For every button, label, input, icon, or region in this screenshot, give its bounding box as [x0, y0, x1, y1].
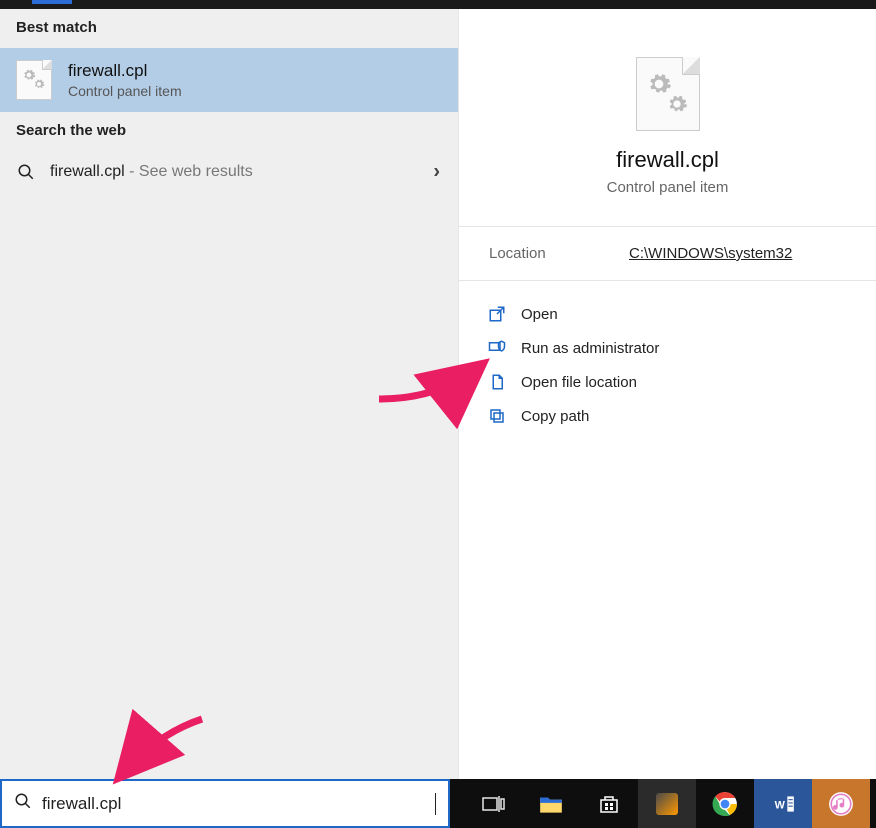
details-subtitle: Control panel item [459, 179, 876, 196]
search-icon [16, 163, 36, 181]
action-label: Open [521, 306, 558, 323]
location-row[interactable]: Location C:\WINDOWS\system32 [459, 227, 876, 281]
file-explorer-button[interactable] [522, 779, 580, 828]
web-result-text: firewall.cpl - See web results [50, 163, 253, 181]
action-label: Run as administrator [521, 340, 659, 357]
web-query: firewall.cpl [50, 163, 125, 180]
chevron-right-icon: › [433, 161, 440, 184]
word-button[interactable]: W [754, 779, 812, 828]
best-match-result[interactable]: firewall.cpl Control panel item [0, 48, 458, 112]
cpl-file-icon [16, 60, 52, 100]
itunes-button[interactable] [812, 779, 870, 828]
location-value[interactable]: C:\WINDOWS\system32 [629, 245, 792, 262]
active-tab-indicator [32, 0, 72, 4]
details-pane: firewall.cpl Control panel item Location… [458, 9, 876, 779]
action-label: Copy path [521, 408, 589, 425]
web-hint: - See web results [125, 163, 253, 180]
text-caret [435, 793, 436, 815]
location-label: Location [489, 245, 629, 262]
action-open-location[interactable]: Open file location [481, 365, 854, 399]
search-web-result[interactable]: firewall.cpl - See web results › [0, 151, 458, 193]
details-hero: firewall.cpl Control panel item [459, 9, 876, 227]
open-icon [487, 305, 507, 323]
file-location-icon [487, 373, 507, 391]
cpl-file-icon [636, 57, 700, 131]
action-copy-path[interactable]: Copy path [481, 399, 854, 433]
window-top-bar [0, 0, 876, 9]
search-panel: Best match firewall.cpl Control panel it… [0, 9, 876, 779]
best-match-header: Best match [0, 9, 458, 48]
result-title: firewall.cpl [68, 61, 182, 81]
copy-icon [487, 407, 507, 425]
microsoft-store-button[interactable] [580, 779, 638, 828]
search-web-header: Search the web [0, 112, 458, 151]
action-open[interactable]: Open [481, 297, 854, 331]
results-column: Best match firewall.cpl Control panel it… [0, 9, 458, 779]
action-label: Open file location [521, 374, 637, 391]
taskbar: W [0, 779, 876, 828]
shield-icon [487, 339, 507, 357]
action-run-admin[interactable]: Run as administrator [481, 331, 854, 365]
search-input[interactable] [42, 794, 425, 814]
actions-list: Open Run as administrator Open file loca… [459, 281, 876, 449]
taskbar-tray: W [450, 779, 876, 828]
result-subtitle: Control panel item [68, 83, 182, 99]
details-title: firewall.cpl [459, 147, 876, 173]
search-icon [14, 792, 32, 815]
svg-text:W: W [775, 799, 786, 811]
taskbar-search-box[interactable] [0, 779, 450, 828]
task-view-button[interactable] [464, 779, 522, 828]
chrome-button[interactable] [696, 779, 754, 828]
sublime-text-button[interactable] [638, 779, 696, 828]
